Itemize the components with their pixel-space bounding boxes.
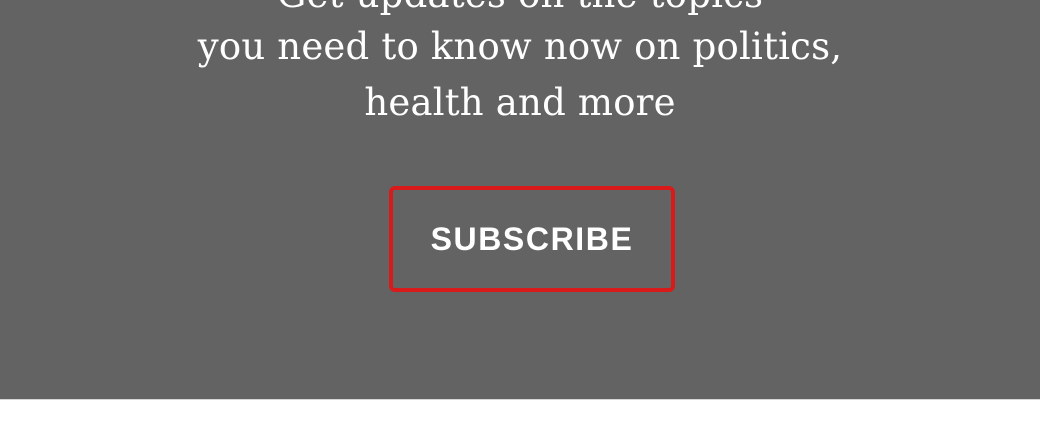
subscribe-button[interactable]: SUBSCRIBE: [389, 186, 675, 292]
promo-text-line-1: you need to know now on politics,: [197, 25, 843, 68]
newsletter-promo: Get updates on the topics you need to kn…: [0, 0, 1040, 399]
subscribe-button-label: SUBSCRIBE: [430, 220, 634, 257]
promo-text-line-2: health and more: [364, 81, 676, 124]
section-divider: [0, 399, 1040, 400]
